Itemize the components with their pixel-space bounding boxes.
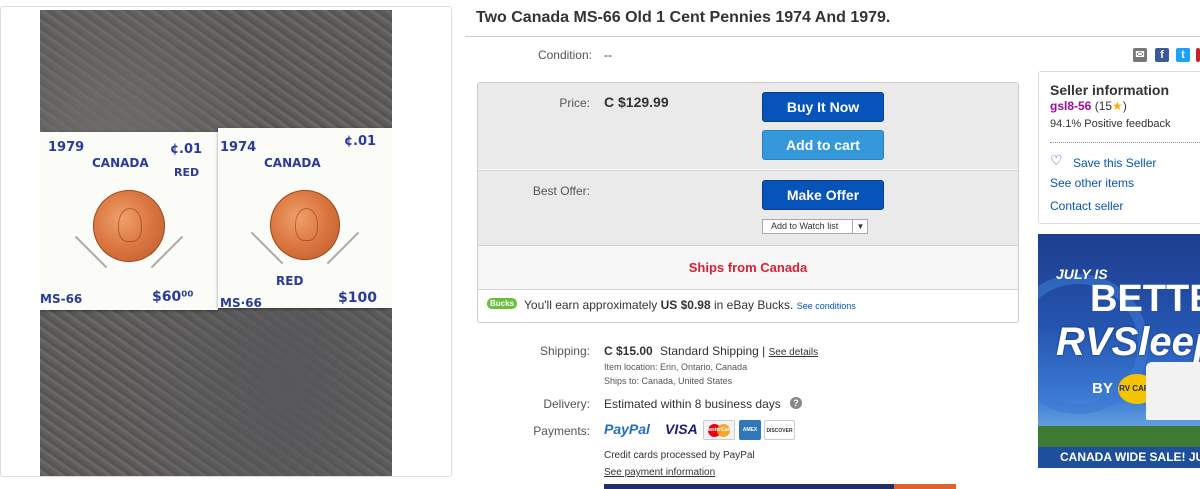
card-color: RED [174,166,200,179]
shipping-cost: C $15.00 [604,344,653,358]
price-label: Price: [559,96,590,110]
paypal-logo: PayPal [604,421,650,437]
coin-card-1979: 1979 CANADA ¢.01 RED MS-66 $60⁰⁰ [40,132,218,310]
card-price: $100 [338,290,377,306]
bottom-banner-strip [604,484,894,489]
title-divider [465,36,1200,37]
shipping-method: Standard Shipping [660,344,759,358]
card-color: RED [276,274,304,288]
bucks-suffix: in eBay Bucks. [714,298,794,312]
card-country: CANADA [92,156,149,170]
visa-logo: VISA [665,421,698,437]
item-location: Item location: Erin, Ontario, Canada [604,362,748,372]
buy-it-now-button[interactable]: Buy It Now [762,92,884,122]
feedback-count[interactable]: (15 [1095,99,1112,113]
item-photo[interactable]: 1979 CANADA ¢.01 RED MS-66 $60⁰⁰ 1974 CA… [40,10,392,476]
price-value: C $129.99 [604,94,669,110]
ebay-bucks-badge: Bucks [487,298,518,309]
ad-line3: RVSleep [1056,320,1200,364]
bucks-amount: US $0.98 [660,298,711,312]
make-offer-button[interactable]: Make Offer [762,180,884,210]
bottom-banner-strip-accent [894,484,956,489]
discover-logo: DISCOVER [764,420,795,440]
shipping-row: C $15.00 Standard Shipping | See details [604,344,818,358]
ad-by: BY [1092,380,1113,397]
seller-heading: Seller information [1050,82,1170,98]
seller-divider [1050,142,1200,143]
condition-label: Condition: [537,48,592,62]
email-icon[interactable]: ✉ [1133,48,1147,62]
card-grade: MS·66 [220,296,262,310]
payments-label: Payments: [533,424,590,438]
credit-card-note: Credit cards processed by PayPal [604,450,755,461]
watch-dropdown-arrow-icon[interactable]: ▼ [852,220,868,233]
card-year: 1974 [220,140,257,155]
card-year: 1979 [48,140,85,155]
delivery-label: Delivery: [543,397,590,411]
mastercard-logo: MasterCard [703,420,735,440]
best-offer-label: Best Offer: [532,184,590,198]
coin-card-1974: 1974 CANADA ¢.01 RED MS·66 $100 [218,128,392,310]
info-icon[interactable]: ? [790,397,802,409]
card-denomination: ¢.01 [170,142,203,157]
mastercard-label: MasterCard [705,427,733,433]
facebook-icon[interactable]: f [1155,48,1169,62]
ad-footer[interactable]: CANADA WIDE SALE! JU [1038,447,1200,468]
bucks-text: You'll earn approximately [524,298,658,312]
pinterest-icon[interactable] [1196,48,1200,62]
card-price: $60⁰⁰ [152,289,194,305]
star-icon: ★ [1112,99,1123,113]
twitter-icon[interactable]: t [1176,48,1190,62]
coin-image [270,190,340,260]
offer-section [478,170,1018,245]
amex-logo: AMEX [739,420,761,440]
contact-seller-link[interactable]: Contact seller [1050,199,1123,213]
ad-rv-image [1146,362,1200,420]
ships-from-text: Ships from Canada [688,260,808,275]
card-grade: MS-66 [40,292,83,306]
heart-icon[interactable]: ♡ [1050,153,1063,167]
item-title: Two Canada MS-66 Old 1 Cent Pennies 1974… [476,9,891,26]
ships-to: Ships to: Canada, United States [604,376,733,386]
ebay-bucks-row: You'll earn approximately US $0.98 in eB… [524,298,856,312]
add-to-cart-button[interactable]: Add to cart [762,130,884,160]
shipping-label: Shipping: [539,344,590,358]
positive-feedback: 94.1% Positive feedback [1050,118,1171,130]
shipping-separator: | [762,344,766,358]
condition-value: -- [604,48,612,62]
see-details-link[interactable]: See details [769,347,818,358]
card-country: CANADA [264,156,321,170]
payment-info-link[interactable]: See payment information [604,467,715,478]
see-other-items-link[interactable]: See other items [1050,176,1134,190]
delivery-value: Estimated within 8 business days [604,397,781,411]
save-seller-link[interactable]: Save this Seller [1073,156,1156,170]
ad-line2: BETTER [1090,278,1200,320]
seller-username[interactable]: gsl8-56 [1050,99,1091,113]
seller-feedback-row: gsl8-56 (15★) [1050,99,1127,113]
advertisement-banner[interactable]: JULY IS BETTER RVSleep BY RV CARE [1038,234,1200,468]
see-conditions-link[interactable]: See conditions [797,301,856,311]
card-denomination: ¢.01 [344,134,377,149]
coin-image [93,190,165,262]
feedback-close: ) [1122,99,1127,113]
